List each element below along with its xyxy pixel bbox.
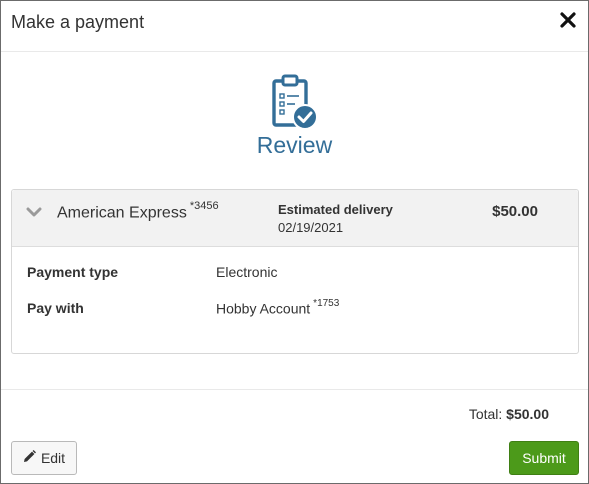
- payment-card: American Express *3456 Estimated delivery…: [11, 189, 579, 354]
- edit-button-label: Edit: [40, 450, 66, 466]
- close-icon[interactable]: [559, 11, 577, 29]
- clipboard-check-icon: [271, 73, 319, 131]
- footer-divider: [1, 389, 588, 390]
- chevron-down-icon[interactable]: [26, 205, 42, 217]
- payment-type-label: Payment type: [27, 264, 119, 280]
- payment-card-header: American Express *3456 Estimated delivery…: [12, 190, 578, 247]
- account-name-text: American Express: [57, 204, 187, 222]
- account-name: American Express *3456: [57, 200, 219, 222]
- estimated-delivery-label: Estimated delivery: [278, 202, 393, 217]
- dialog-header: Make a payment: [1, 1, 588, 52]
- estimated-delivery-date: 02/19/2021: [278, 220, 344, 235]
- make-payment-dialog: Make a payment Review American Express *…: [0, 0, 589, 484]
- pay-with-label: Pay with: [27, 300, 84, 316]
- dialog-title: Make a payment: [11, 12, 145, 32]
- total: Total: $50.00: [469, 406, 549, 422]
- payment-type-value: Electronic: [216, 264, 277, 280]
- account-suffix: *3456: [189, 200, 219, 212]
- payment-type-value-text: Electronic: [216, 264, 278, 280]
- pencil-icon: [23, 450, 36, 466]
- total-label: Total:: [468, 406, 503, 422]
- pay-with-value: Hobby Account *1753: [216, 298, 340, 317]
- payment-amount: $50.00: [492, 203, 538, 220]
- review-title: Review: [256, 132, 333, 158]
- submit-button[interactable]: Submit: [509, 441, 579, 475]
- pay-with-suffix: *1753: [313, 298, 340, 309]
- edit-button[interactable]: Edit: [11, 441, 77, 475]
- submit-button-label: Submit: [522, 450, 566, 466]
- pay-with-value-text: Hobby Account: [216, 300, 311, 317]
- total-value: $50.00: [506, 406, 549, 422]
